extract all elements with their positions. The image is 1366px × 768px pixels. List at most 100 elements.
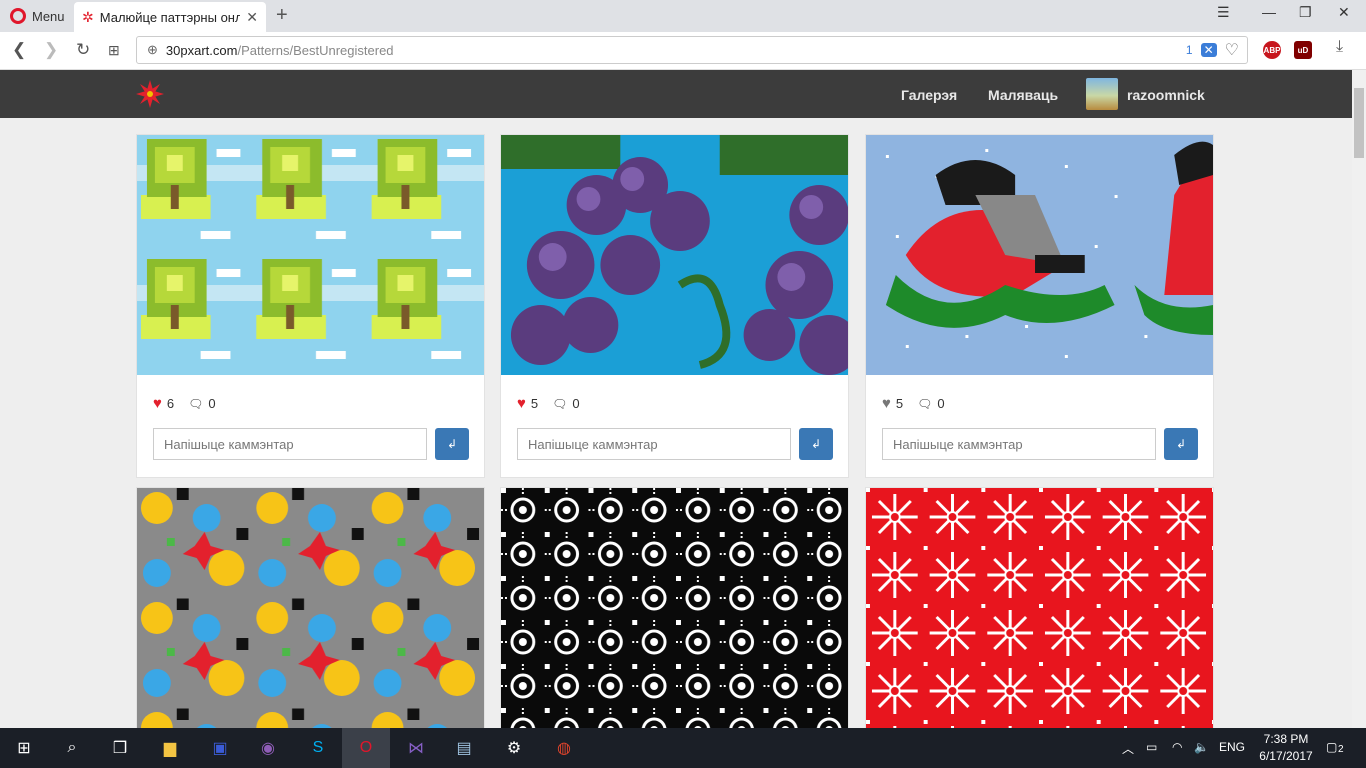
menu-label: Menu [32,8,65,24]
browser-tabbar: Menu ✲ Малюйце паттэрны онлайн ✕ + ☰ — ❐… [0,0,1366,32]
comments-icon: 🗨 [188,396,204,411]
comments[interactable]: 🗨 0 [552,396,579,411]
download-icon[interactable]: ⤓ [1336,38,1343,56]
clock-time: 7:38 PM [1263,732,1309,746]
globe-icon: ⊕ [147,42,158,57]
file-explorer-icon[interactable]: ▆ [146,728,194,768]
minimize-icon[interactable]: — [1262,4,1276,20]
comments-icon: 🗨 [552,396,568,411]
comments-count: 0 [208,396,216,411]
wifi-icon[interactable]: ◠ [1172,740,1182,754]
avatar[interactable] [1086,78,1118,110]
pattern-image-trees[interactable] [137,135,484,375]
address-bar[interactable]: ⊕ 30pxart.com/Patterns/BestUnregistered … [136,36,1248,64]
likes-count: 6 [166,396,175,411]
new-tab-button[interactable]: + [276,4,288,27]
notification-count: 2 [1338,744,1344,755]
send-comment-button[interactable]: ↲ [435,428,469,460]
likes[interactable]: ♥ 5 [882,396,903,411]
pattern-card [500,487,849,728]
nav-gallery[interactable]: Галерэя [901,87,957,103]
browser-tab[interactable]: ✲ Малюйце паттэрны онлайн ✕ [74,2,266,32]
comments-icon: 🗨 [917,396,933,411]
pattern-card: ♥5 🗨0 ↲ [500,134,859,478]
send-comment-button[interactable]: ↲ [1164,428,1198,460]
comments-count: 0 [572,396,580,411]
comments[interactable]: 🗨 0 [917,396,944,411]
likes[interactable]: ♥ 5 [517,396,538,411]
volume-icon[interactable]: 🔈 [1194,740,1209,754]
chrome-icon[interactable]: ◍ [540,728,588,768]
pattern-card [865,487,1214,728]
pattern-card: ♥6 🗨0 ↲ [136,134,485,478]
pattern-gallery: ♥6 🗨0 ↲ [0,118,1352,728]
extension-x-icon[interactable]: ✕ [1200,43,1217,57]
clock-date: 6/17/2017 [1259,749,1313,763]
comment-input[interactable] [517,428,791,460]
pattern-image-lace[interactable] [501,488,848,728]
taskbar-clock[interactable]: 7:38 PM 6/17/2017 [1256,731,1316,765]
close-window-icon[interactable]: ✕ [1338,4,1350,21]
browser-toolbar: ❮ ❯ ↻ ⊞ ⊕ 30pxart.com/Patterns/BestUnreg… [0,32,1366,70]
url-path: /Patterns/BestUnregistered [237,42,394,58]
card-stats: ♥ 5 🗨 0 [882,396,945,411]
pattern-image-grapes[interactable] [501,135,859,375]
tab-menu-icon[interactable]: ☰ [1217,4,1230,21]
ublock-icon[interactable]: uD [1294,41,1312,59]
language-indicator[interactable]: ENG [1219,740,1245,754]
pattern-card [136,487,485,728]
likes-count: 5 [895,396,904,411]
scrollbar-thumb[interactable] [1354,88,1364,158]
comment-input[interactable] [153,428,427,460]
card-footer: ♥5 🗨0 ↲ [866,380,1213,477]
nav-draw[interactable]: Маляваць [988,87,1058,103]
username-link[interactable]: razoomnick [1127,87,1205,103]
battery-icon[interactable]: ▭ [1146,740,1157,754]
reload-icon[interactable]: ↻ [76,40,90,60]
card-footer: ♥6 🗨0 ↲ [137,380,484,477]
windows-taskbar: ⊞ ⌕ ❒ ▆ ▣ ◉ S O ⋈ ▤ ⚙ ◍ ︿ ▭ ◠ 🔈 ENG 7:38… [0,728,1366,768]
settings-gear-icon[interactable]: ⚙ [490,728,538,768]
tab-title: Малюйце паттэрны онлайн [99,9,240,25]
save-app-icon[interactable]: ▣ [196,728,244,768]
page-scrollbar[interactable] [1352,70,1366,728]
heart-icon[interactable]: ♥ [153,396,162,411]
send-comment-button[interactable]: ↲ [799,428,833,460]
adblock-plus-icon[interactable]: ABP [1263,41,1281,59]
pattern-image-snowflakes[interactable] [866,488,1213,728]
red-flower-logo[interactable] [136,80,164,108]
image-viewer-icon[interactable]: ▤ [440,728,488,768]
pattern-card: ♥5 🗨0 ↲ [865,134,1214,478]
forward-icon[interactable]: ❯ [44,40,58,60]
comments[interactable]: 🗨 0 [188,396,215,411]
extension-badge-count[interactable]: 1 [1186,43,1193,57]
opera-taskbar-icon[interactable]: O [342,728,390,768]
site-header: Галерэя Маляваць razoomnick [0,70,1352,118]
pattern-image-bullfinch[interactable] [866,135,1213,375]
visual-studio-icon[interactable]: ⋈ [392,728,440,768]
windows-start-icon[interactable]: ⊞ [0,728,48,768]
card-stats: ♥ 6 🗨 0 [153,396,216,411]
restore-icon[interactable]: ❐ [1299,4,1312,21]
opera-menu-button[interactable]: Menu [4,4,71,28]
back-icon[interactable]: ❮ [12,40,26,60]
comment-input[interactable] [882,428,1156,460]
show-hidden-icons-icon[interactable]: ︿ [1122,740,1134,757]
viber-icon[interactable]: ◉ [244,728,292,768]
site-favicon-icon: ✲ [82,8,94,25]
tab-close-icon[interactable]: ✕ [246,9,258,26]
heart-icon[interactable]: ♥ [517,396,526,411]
task-view-icon[interactable]: ❒ [96,728,144,768]
heart-icon[interactable]: ♥ [882,396,891,411]
action-center-icon[interactable]: ▢ [1326,740,1337,754]
pattern-image-floral[interactable] [137,488,484,728]
card-stats: ♥ 5 🗨 0 [517,396,580,411]
search-icon[interactable]: ⌕ [48,728,96,768]
speed-dial-icon[interactable]: ⊞ [108,42,120,59]
card-footer: ♥5 🗨0 ↲ [501,380,848,477]
skype-icon[interactable]: S [294,728,342,768]
likes[interactable]: ♥ 6 [153,396,174,411]
likes-count: 5 [530,396,539,411]
bookmark-heart-icon[interactable]: ♡ [1225,40,1239,60]
url-host: 30pxart.com [165,42,238,58]
